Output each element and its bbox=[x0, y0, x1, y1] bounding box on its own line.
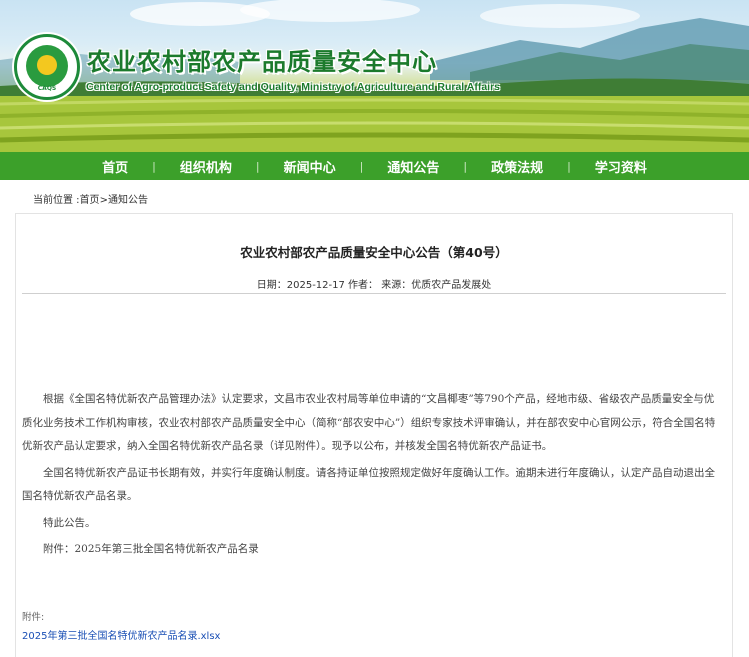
article-paragraph: 特此公告。 bbox=[43, 516, 96, 529]
nav-item-organization[interactable]: 组织机构 bbox=[156, 157, 256, 176]
nav-item-learning[interactable]: 学习资料 bbox=[571, 157, 671, 176]
nav-item-policies[interactable]: 政策法规 bbox=[467, 157, 567, 176]
breadcrumb-prefix: 当前位置 : bbox=[33, 195, 80, 206]
logo-text: CAQS bbox=[37, 85, 57, 92]
breadcrumb-current-link[interactable]: 通知公告 bbox=[108, 195, 148, 206]
attachment-label: 附件: bbox=[22, 612, 45, 623]
breadcrumb-home-link[interactable]: 首页 bbox=[80, 195, 100, 206]
caqs-logo: CAQS bbox=[14, 34, 80, 100]
site-subtitle: Center of Agro-product Safety and Qualit… bbox=[86, 81, 501, 93]
article-title: 农业农村部农产品质量安全中心公告（第40号） bbox=[240, 245, 508, 260]
breadcrumb: 当前位置 :首页>通知公告 bbox=[33, 191, 148, 206]
article-meta: 日期：2025-12-17 作者： 来源：优质农产品发展处 bbox=[256, 280, 492, 291]
attachment-download-link[interactable]: 2025年第三批全国名特优新农产品名录.xlsx bbox=[22, 627, 220, 642]
title-divider bbox=[22, 293, 726, 294]
article-paragraph: 全国名特优新农产品证书长期有效，并实行年度确认制度。请各持证单位按照规定做好年度… bbox=[22, 466, 715, 503]
site-title: 农业农村部农产品质量安全中心 bbox=[87, 48, 437, 76]
main-nav: 首页 | 组织机构 | 新闻中心 | 通知公告 | 政策法规 | 学习资料 bbox=[0, 152, 749, 180]
nav-item-notices[interactable]: 通知公告 bbox=[363, 157, 463, 176]
nav-item-home[interactable]: 首页 bbox=[78, 157, 152, 176]
article-paragraph: 根据《全国名特优新农产品管理办法》认定要求，文昌市农业农村局等单位申请的“文昌椰… bbox=[22, 393, 716, 452]
article-container: 农业农村部农产品质量安全中心公告（第40号） 日期：2025-12-17 作者：… bbox=[15, 213, 733, 657]
header-banner: CAQS 农业农村部农产品质量安全中心 Center of Agro-produ… bbox=[0, 0, 749, 152]
article-paragraph: 附件：2025年第三批全国名特优新农产品名录 bbox=[43, 543, 259, 555]
logo-emblem bbox=[26, 45, 68, 87]
nav-item-news[interactable]: 新闻中心 bbox=[260, 157, 360, 176]
breadcrumb-separator: > bbox=[99, 195, 108, 206]
article-body: 根据《全国名特优新农产品管理办法》认定要求，文昌市农业农村局等单位申请的“文昌椰… bbox=[22, 388, 724, 565]
